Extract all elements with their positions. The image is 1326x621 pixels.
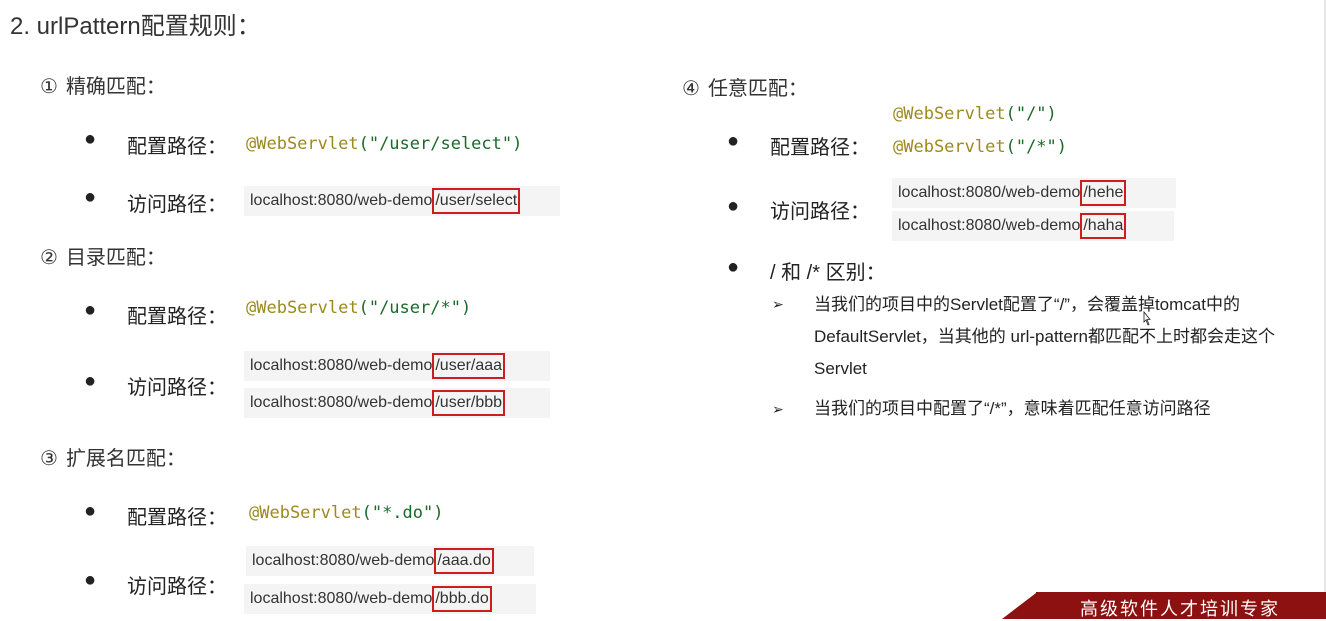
section-exact-heading: ① 精确匹配： [40,70,166,99]
config-label: 配置路径： [770,137,870,159]
section-number: ③ [40,448,58,470]
code-annotation: @WebServlet [246,134,359,154]
brand-banner: 高级软件人才培训专家 [1002,593,1326,620]
config-code: @WebServlet("/*") [893,137,1067,157]
access-label: 访问路径： [127,194,227,216]
url-host: localhost:8080/web-demo [898,217,1081,234]
url-path-highlight: /haha [1080,213,1127,239]
bullet-icon: ● [84,500,97,522]
arrow-bullet-icon: ➢ [772,296,784,312]
code-annotation: @WebServlet [249,503,362,523]
bullet-icon: ● [84,128,97,150]
config-code: @WebServlet("*.do") [249,503,443,523]
access-url: localhost:8080/web-demo/bbb.do [244,584,536,614]
code-annotation: @WebServlet [893,137,1006,157]
config-label: 配置路径： [127,136,227,158]
mouse-cursor-icon [1143,311,1151,326]
url-path-highlight: /user/bbb [432,390,506,416]
url-path-highlight: /aaa.do [434,548,494,574]
config-label: 配置路径： [127,507,227,529]
url-path-highlight: /user/select [432,188,521,214]
code-annotation: @WebServlet [246,298,359,318]
bullet-icon: ● [727,256,740,278]
config-code: @WebServlet("/") [893,104,1057,124]
url-host: localhost:8080/web-demo [250,357,433,374]
url-path-highlight: /user/aaa [432,353,506,379]
code-argument: ("/*") [1005,137,1068,157]
bullet-icon: ● [84,569,97,591]
config-label: 配置路径： [127,306,227,328]
url-path-highlight: /hehe [1080,180,1127,206]
code-argument: ("/") [1005,104,1057,124]
config-code: @WebServlet("/user/*") [246,298,471,318]
config-code: @WebServlet("/user/select") [246,134,522,154]
section-number: ① [40,76,58,98]
bullet-icon: ● [84,299,97,321]
access-url: localhost:8080/web-demo/haha [892,211,1174,241]
section-heading-text: 目录匹配： [65,247,166,269]
access-url: localhost:8080/web-demo/user/aaa [244,351,550,381]
section-directory-heading: ② 目录匹配： [40,241,166,270]
brand-banner-slant [1002,593,1036,619]
url-host: localhost:8080/web-demo [252,552,435,569]
access-url: localhost:8080/web-demo/aaa.do [246,546,534,576]
brand-text: 高级软件人才培训专家 [1080,599,1280,620]
bullet-icon: ● [84,370,97,392]
url-host: localhost:8080/web-demo [250,192,433,209]
access-url: localhost:8080/web-demo/hehe [892,178,1176,208]
page-title: 2. urlPattern配置规则： [10,13,261,40]
code-argument: ("/user/*") [358,298,472,318]
code-argument: ("*.do") [361,503,444,523]
code-argument: ("/user/select") [358,134,523,154]
section-number: ④ [682,78,700,100]
url-host: localhost:8080/web-demo [250,394,433,411]
section-heading-text: 扩展名匹配： [65,448,186,470]
note-paragraph: 当我们的项目中的Servlet配置了“/”，会覆盖掉tomcat中的Defaul… [814,295,1275,378]
access-label: 访问路径： [127,377,227,399]
access-label: 访问路径： [770,201,870,223]
url-path-highlight: /bbb.do [432,586,492,612]
bullet-icon: ● [727,195,740,217]
access-label: 访问路径： [127,576,227,598]
bullet-icon: ● [84,186,97,208]
section-any-heading: ④ 任意匹配： [682,72,808,101]
url-host: localhost:8080/web-demo [250,590,433,607]
url-host: localhost:8080/web-demo [898,184,1081,201]
section-extension-heading: ③ 扩展名匹配： [40,442,186,471]
arrow-bullet-icon: ➢ [772,401,784,417]
difference-label: / 和 /* 区别： [770,262,886,284]
section-number: ② [40,247,58,269]
bullet-icon: ● [727,130,740,152]
access-url: localhost:8080/web-demo/user/bbb [244,388,550,418]
section-heading-text: 精确匹配： [65,76,166,98]
note-paragraph: 当我们的项目中配置了“/*”，意味着匹配任意访问路径 [814,399,1211,418]
code-annotation: @WebServlet [893,104,1006,124]
section-heading-text: 任意匹配： [707,78,808,100]
access-url: localhost:8080/web-demo/user/select [244,186,560,216]
